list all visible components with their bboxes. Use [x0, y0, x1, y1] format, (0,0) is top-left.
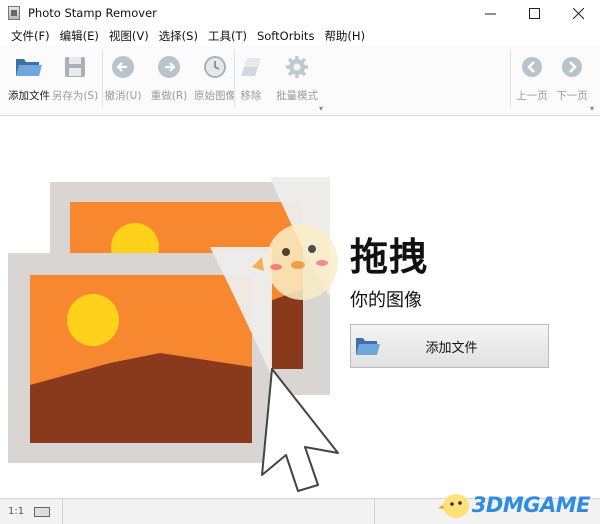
drop-illustration — [8, 177, 339, 492]
redo-label: 重做(R) — [150, 90, 188, 102]
toolbar-overflow-icon[interactable]: ▾ — [590, 104, 594, 113]
toolbar-overflow-icon[interactable]: ▾ — [319, 104, 323, 113]
menu-help[interactable]: 帮助(H) — [319, 26, 370, 46]
remove-label: 移除 — [240, 90, 262, 102]
minimize-icon — [484, 13, 496, 14]
redo-button[interactable]: 重做(R) — [146, 48, 192, 110]
toolbar-nav-group: 上一页 下一页 — [512, 48, 592, 110]
front-photo-icon — [8, 247, 272, 463]
toolbar-separator — [510, 50, 511, 108]
add-file-tool-label: 添加文件 — [8, 90, 50, 102]
drag-subtitle: 你的图像 — [350, 290, 422, 311]
remove-button[interactable]: 移除 — [228, 48, 274, 110]
prev-page-button[interactable]: 上一页 — [512, 48, 552, 110]
open-folder-icon — [14, 52, 44, 82]
batch-mode-button[interactable]: 批量模式 — [274, 48, 320, 110]
title-bar: Photo Stamp Remover — [0, 0, 600, 26]
maximize-icon — [528, 7, 540, 19]
undo-label: 撤消(U) — [104, 90, 142, 102]
batch-mode-label: 批量模式 — [276, 90, 318, 102]
toolbar-tools-group: 移除 批量模式 — [228, 48, 320, 110]
redo-icon — [154, 52, 184, 82]
undo-button[interactable]: 撤消(U) — [100, 48, 146, 110]
window-controls — [468, 0, 600, 26]
toolbar: 添加文件 另存为(S) 撤消(U) 重做(R) 原始图像 移除 批量模式 ▾ 上… — [0, 46, 600, 116]
menu-edit[interactable]: 编辑(E) — [55, 26, 104, 46]
prev-page-label: 上一页 — [516, 90, 548, 102]
menu-select[interactable]: 选择(S) — [154, 26, 203, 46]
save-icon — [60, 52, 90, 82]
maximize-button[interactable] — [512, 0, 556, 26]
fit-to-window-icon[interactable] — [34, 506, 51, 517]
close-icon — [572, 7, 584, 19]
minimize-button[interactable] — [468, 0, 512, 26]
app-icon — [8, 6, 20, 20]
status-bar: 1:1 3DMGAME — [0, 493, 600, 524]
toolbar-file-group: 添加文件 另存为(S) — [6, 48, 98, 110]
close-button[interactable] — [556, 0, 600, 26]
add-file-tool-button[interactable]: 添加文件 — [6, 48, 52, 110]
open-folder-icon — [356, 338, 380, 355]
status-cell — [62, 498, 374, 524]
watermark-chick-icon — [437, 494, 469, 518]
site-watermark: 3DMGAME — [437, 490, 591, 520]
watermark-text: 3DMGAME — [471, 493, 591, 517]
next-page-button[interactable]: 下一页 — [552, 48, 592, 110]
clock-icon — [200, 52, 230, 82]
toolbar-edit-group: 撤消(U) 重做(R) 原始图像 — [100, 48, 238, 110]
undo-icon — [108, 52, 138, 82]
save-as-label: 另存为(S) — [51, 90, 99, 102]
add-file-button-label: 添加文件 — [425, 340, 478, 356]
menu-softorbits[interactable]: SoftOrbits — [252, 26, 319, 46]
arrow-right-icon — [557, 52, 587, 82]
gear-icon — [282, 52, 312, 82]
menu-tools[interactable]: 工具(T) — [203, 26, 252, 46]
drop-area[interactable]: 拖拽 你的图像 添加文件 — [0, 117, 600, 498]
eraser-icon — [236, 52, 266, 82]
window-title: Photo Stamp Remover — [28, 6, 157, 20]
add-file-button[interactable]: 添加文件 — [350, 324, 549, 368]
menu-file[interactable]: 文件(F) — [6, 26, 55, 46]
arrow-left-icon — [517, 52, 547, 82]
menu-view[interactable]: 视图(V) — [104, 26, 154, 46]
next-page-label: 下一页 — [556, 90, 588, 102]
zoom-level[interactable]: 1:1 — [8, 506, 24, 517]
drag-title: 拖拽 — [350, 235, 429, 279]
menu-bar: 文件(F) 编辑(E) 视图(V) 选择(S) 工具(T) SoftOrbits… — [0, 26, 600, 46]
save-as-button[interactable]: 另存为(S) — [52, 48, 98, 110]
